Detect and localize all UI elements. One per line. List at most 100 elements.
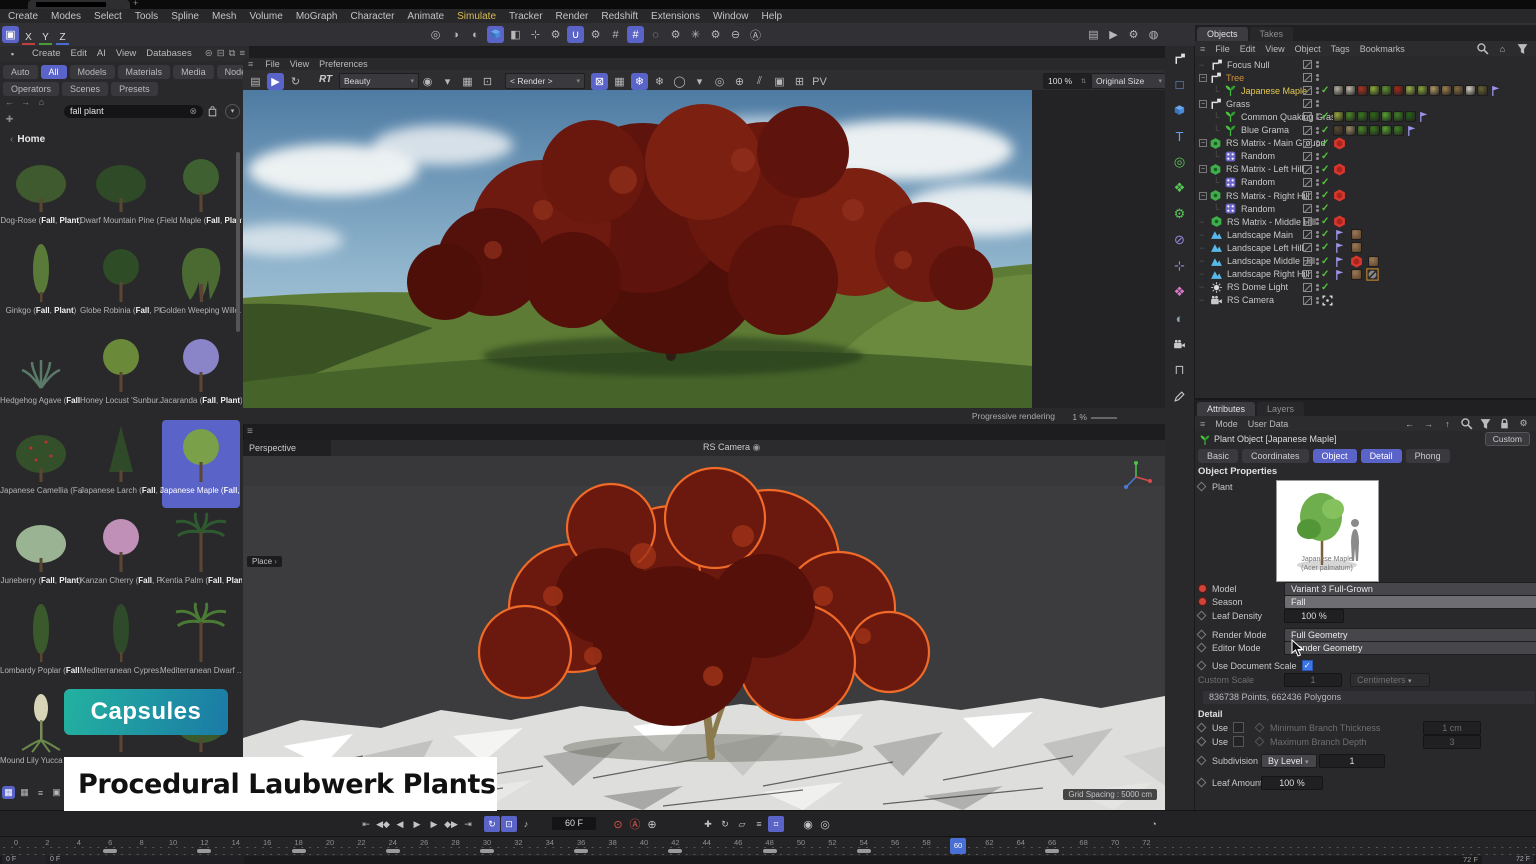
sound-button[interactable]: ♪ [518, 816, 534, 832]
redhex-tag-icon[interactable] [1350, 255, 1363, 268]
object-row-random[interactable]: └Random ✓ [1195, 176, 1536, 189]
render-slot-dropdown[interactable]: < Render >▾ [505, 73, 585, 89]
om-menu-object[interactable]: Object [1295, 44, 1321, 54]
object-row-rs-dome-light[interactable]: −RS Dome Light ✓ [1195, 281, 1536, 294]
lock-view-icon[interactable]: ⊠ [591, 73, 608, 90]
object-row-rs-matrix-main-ground[interactable]: −RS Matrix - Main Ground ✓ [1195, 137, 1536, 150]
asset-thumb-dwarf-mountain-pine[interactable]: Dwarf Mountain Pine (... [82, 150, 160, 238]
range-end-field[interactable]: 72 F [1482, 856, 1534, 864]
visibility-dots[interactable] [1316, 244, 1319, 251]
visibility-dots[interactable] [1316, 218, 1319, 225]
material-swatch[interactable] [1381, 85, 1392, 96]
material-swatch[interactable] [1429, 85, 1440, 96]
prev-key-button[interactable]: ◀◆ [375, 816, 391, 832]
material-swatch[interactable] [1477, 85, 1488, 96]
om-menu-view[interactable]: View [1265, 44, 1284, 54]
lock-icon[interactable] [1498, 417, 1511, 430]
custom-scale-field[interactable]: 1 [1284, 673, 1342, 687]
visibility-dots[interactable] [1316, 61, 1319, 68]
om-menu-bookmarks[interactable]: Bookmarks [1360, 44, 1405, 54]
subdivision-value-field[interactable]: 1 [1319, 754, 1385, 768]
rv-menu-file[interactable]: File [265, 59, 280, 69]
tracker-icon[interactable]: ⊹ [1170, 257, 1190, 275]
prev-frame-button[interactable]: ◀ [392, 816, 408, 832]
rv-menu-view[interactable]: View [290, 59, 309, 69]
check-icon[interactable]: ✓ [1321, 85, 1329, 96]
check-icon[interactable]: ✓ [1321, 138, 1329, 149]
coord-system-icon[interactable]: ⊹ [527, 26, 544, 43]
enable-toggle[interactable] [1303, 243, 1312, 252]
new-tab-icon[interactable]: + [133, 0, 138, 8]
material-swatch[interactable] [1333, 125, 1344, 136]
object-row-rs-matrix-middle-hill[interactable]: −RS Matrix - Middle Hill ✓ [1195, 215, 1536, 228]
key-selection-button[interactable]: ⌗ [768, 816, 784, 832]
visibility-dots[interactable] [1316, 297, 1319, 304]
menu-extensions[interactable]: Extensions [651, 11, 700, 22]
key-parameter-button[interactable]: ≡ [751, 816, 767, 832]
add-null-icon[interactable] [1170, 49, 1190, 67]
om-menu-edit[interactable]: Edit [1240, 44, 1256, 54]
add-icon[interactable]: ✚ [3, 113, 16, 126]
object-row-tree[interactable]: −Tree [1195, 71, 1536, 84]
render-picture-viewer-button[interactable]: ▶ [1105, 26, 1122, 43]
flag-tag-icon[interactable] [1333, 241, 1346, 254]
enable-toggle[interactable] [1303, 60, 1312, 69]
asset-thumb-kanzan-cherry-fall-pl[interactable]: Kanzan Cherry (Fall, Pl... [82, 510, 160, 598]
material-swatch[interactable] [1381, 125, 1392, 136]
axis-x-button[interactable]: X [22, 32, 35, 45]
material-swatch[interactable] [1345, 85, 1356, 96]
layout-icon[interactable]: ⊟ [217, 48, 225, 59]
viewport-camera-label[interactable]: Perspective [243, 440, 331, 456]
enable-toggle[interactable] [1303, 217, 1312, 226]
material-swatch[interactable] [1357, 85, 1368, 96]
key-scale-button[interactable]: ▱ [734, 816, 750, 832]
skip-end-button[interactable]: ⇥ [460, 816, 476, 832]
generator-icon[interactable]: ◎ [1170, 153, 1190, 171]
doc-range-button[interactable]: ⊡ [501, 816, 517, 832]
visibility-dots[interactable] [1316, 271, 1319, 278]
use-document-scale-checkbox[interactable]: ✓ [1302, 660, 1313, 671]
render-mode-dropdown[interactable]: Full Geometry [1284, 628, 1536, 642]
material-swatch[interactable] [1345, 111, 1356, 122]
asset-thumb-juneberry-fall-plant[interactable]: Juneberry (Fall, Plant) [2, 510, 80, 598]
attr-menu-user-data[interactable]: User Data [1248, 419, 1289, 429]
object-row-landscape-left-hill[interactable]: −Landscape Left Hill ✓ [1195, 241, 1536, 254]
expander-icon[interactable]: − [1199, 100, 1207, 108]
asset-thumb-golden-weeping-willo[interactable]: Golden Weeping Willo... [162, 240, 240, 328]
stripes-icon[interactable]: ⫽ [751, 73, 768, 90]
workplane-mode-icon[interactable] [487, 26, 504, 43]
expander-icon[interactable]: − [1199, 165, 1207, 173]
keyframe-pill[interactable] [292, 849, 306, 853]
object-row-random[interactable]: └Random ✓ [1195, 202, 1536, 215]
popout-icon[interactable]: ⧉ [229, 48, 236, 59]
custom-scale-unit-dropdown[interactable]: Centimeters ▾ [1350, 673, 1430, 687]
material-swatch[interactable] [1357, 125, 1368, 136]
visibility-dots[interactable] [1316, 153, 1319, 160]
check-icon[interactable]: ✓ [1321, 282, 1329, 293]
check-icon[interactable]: ✓ [1321, 269, 1329, 280]
pv-icon[interactable]: PV [811, 73, 828, 90]
flag-tag-icon[interactable] [1405, 124, 1418, 137]
expander-icon[interactable]: − [1199, 139, 1207, 147]
menu-select[interactable]: Select [94, 11, 122, 22]
custom-button[interactable]: Custom [1485, 432, 1530, 446]
list-view-icon[interactable]: ≡ [34, 786, 47, 799]
asset-thumb-field-maple-fall-plant[interactable]: Field Maple (Fall, Plant) [162, 150, 240, 238]
enable-toggle[interactable] [1303, 296, 1312, 305]
visibility-dots[interactable] [1316, 166, 1319, 173]
object-name[interactable]: RS Dome Light [1227, 282, 1288, 292]
attr-tab-attributes[interactable]: Attributes [1197, 402, 1255, 416]
image-icon[interactable]: ▣ [771, 73, 788, 90]
object-row-rs-matrix-right-hill[interactable]: −RS Matrix - Right Hill ✓ [1195, 189, 1536, 202]
use-checkbox[interactable] [1233, 722, 1244, 733]
asset-thumb-mediterranean-dwarf[interactable]: Mediterranean Dwarf ... [162, 600, 240, 688]
next-frame-button[interactable]: ▶ [426, 816, 442, 832]
skip-start-button[interactable]: ⇤ [358, 816, 374, 832]
editor-mode-dropdown[interactable]: Render Geometry [1284, 641, 1536, 655]
subdivision-mode-dropdown[interactable]: By Level ▾ [1261, 754, 1317, 768]
anim-diamond[interactable] [1197, 611, 1207, 621]
flag-tag-icon[interactable] [1417, 110, 1430, 123]
interactive-render-icon[interactable]: ◍ [1145, 26, 1162, 43]
stage-icon[interactable]: ⊓ [1170, 361, 1190, 379]
settings-icon[interactable]: ⚙ [1517, 417, 1530, 430]
